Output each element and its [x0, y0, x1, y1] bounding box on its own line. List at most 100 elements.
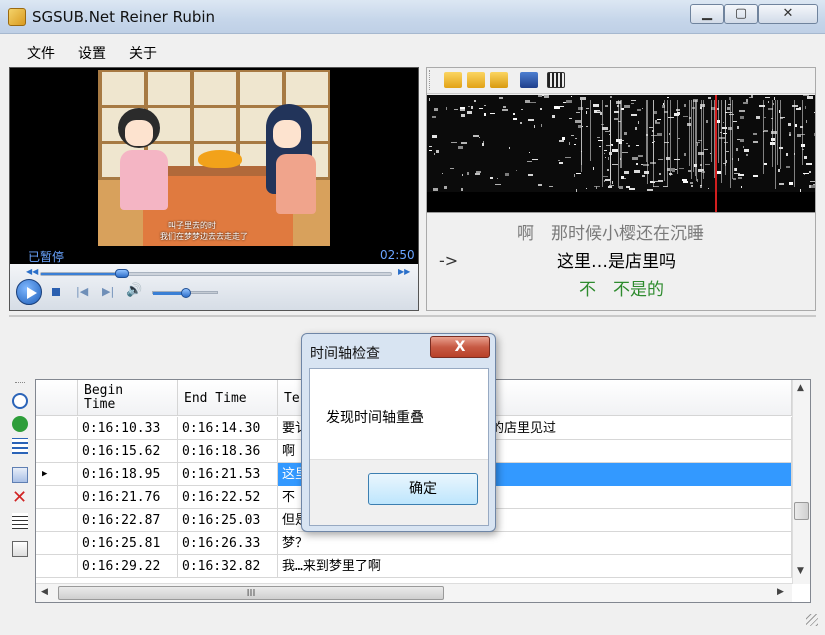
- playhead-line[interactable]: [715, 95, 717, 212]
- row-marker[interactable]: [36, 440, 78, 463]
- spectrogram[interactable]: [427, 95, 815, 212]
- row-marker[interactable]: [36, 532, 78, 555]
- previous-button[interactable]: |◀: [76, 285, 88, 298]
- pause-icon[interactable]: [12, 393, 28, 409]
- burned-subtitle-2: 我们在梦梦边去去走走了: [160, 232, 248, 241]
- volume-slider[interactable]: [152, 288, 218, 298]
- cell-begin-time[interactable]: 0:16:21.76: [78, 486, 178, 509]
- horizontal-scrollbar[interactable]: ◀ III ▶: [36, 583, 792, 602]
- minimize-button[interactable]: ▁: [690, 4, 724, 24]
- cell-begin-time[interactable]: 0:16:18.95: [78, 463, 178, 486]
- seek-forward-icon[interactable]: ▶▶: [398, 267, 410, 276]
- cell-end-time[interactable]: 0:16:18.36: [178, 440, 278, 463]
- cell-end-time[interactable]: 0:16:26.33: [178, 532, 278, 555]
- audio-toolbar: [427, 68, 815, 94]
- video-player: 叫子里去的时 我们在梦梦边去去走走了 已暂停 02:50 ◀◀ ▶▶ |◀ ▶|…: [9, 67, 419, 311]
- cell-end-time[interactable]: 0:16:25.03: [178, 509, 278, 532]
- seek-back-icon[interactable]: ◀◀: [26, 267, 38, 276]
- horizontal-scroll-thumb[interactable]: III: [58, 586, 444, 600]
- side-toolbar-grip: [15, 382, 25, 386]
- menu-about[interactable]: 关于: [129, 43, 157, 63]
- timeline-check-dialog: 时间轴检查 X 发现时间轴重叠 确定: [301, 333, 496, 532]
- cell-end-time[interactable]: 0:16:21.53: [178, 463, 278, 486]
- save-icon[interactable]: [520, 72, 538, 88]
- vertical-scroll-thumb[interactable]: [794, 502, 809, 520]
- cell-begin-time[interactable]: 0:16:29.22: [78, 555, 178, 578]
- stop-button[interactable]: [52, 288, 60, 296]
- close-icon: ✕: [782, 6, 794, 21]
- audio-panel: 啊 那时候小樱还在沉睡 -> 这里…是店里吗 不 不是的: [426, 67, 816, 311]
- column-begin-time[interactable]: Begin Time: [78, 380, 178, 416]
- copy-icon[interactable]: [12, 467, 28, 483]
- playback-status: 已暂停: [28, 250, 65, 264]
- row-marker[interactable]: [36, 417, 78, 440]
- menu-bar: 文件 设置 关于: [0, 36, 825, 64]
- cell-text[interactable]: 我…来到梦里了啊: [278, 555, 792, 578]
- window-title: SGSUB.Net Reiner Rubin: [32, 8, 216, 26]
- row-marker[interactable]: [36, 486, 78, 509]
- row-header-corner: [36, 380, 78, 416]
- waveform-icon[interactable]: [547, 72, 565, 88]
- minimize-icon: ▁: [702, 6, 712, 21]
- previous-subtitle: 啊 那时候小樱还在沉睡: [517, 224, 704, 244]
- burned-subtitle-1: 叫子里去的时: [168, 221, 216, 230]
- delete-icon[interactable]: ✕: [12, 487, 27, 508]
- toolbar-grip: [429, 70, 431, 90]
- cell-end-time[interactable]: 0:16:22.52: [178, 486, 278, 509]
- video-frame[interactable]: 叫子里去的时 我们在梦梦边去去走走了: [98, 70, 330, 246]
- play-icon: [27, 287, 37, 299]
- volume-icon[interactable]: 🔊: [126, 283, 142, 298]
- time-readout: 02:50: [380, 248, 415, 262]
- volume-thumb[interactable]: [181, 288, 191, 298]
- table-row[interactable]: 0:16:25.81 0:16:26.33 梦？: [36, 532, 792, 555]
- open-ass-icon[interactable]: [444, 72, 462, 88]
- dialog-message: 发现时间轴重叠: [326, 410, 424, 426]
- next-button[interactable]: ▶|: [102, 285, 114, 298]
- dialog-body: 发现时间轴重叠 确定: [309, 368, 489, 526]
- scroll-left-icon[interactable]: ◀: [41, 587, 48, 597]
- panel-splitter[interactable]: [9, 315, 816, 317]
- play-green-icon[interactable]: [12, 416, 28, 432]
- current-subtitle: 这里…是店里吗: [557, 252, 676, 272]
- title-bar: SGSUB.Net Reiner Rubin ▁ ▢ ✕: [0, 0, 825, 34]
- play-button[interactable]: [16, 279, 42, 305]
- seek-bar-fill: [41, 273, 122, 275]
- close-window-button[interactable]: ✕: [758, 4, 818, 24]
- column-end-time[interactable]: End Time: [178, 380, 278, 416]
- menu-file[interactable]: 文件: [27, 43, 55, 63]
- maximize-button[interactable]: ▢: [724, 4, 758, 24]
- dialog-close-icon: X: [454, 339, 466, 355]
- open-txt-icon[interactable]: [467, 72, 485, 88]
- scroll-right-icon[interactable]: ▶: [777, 587, 784, 597]
- scroll-down-icon[interactable]: ▼: [797, 566, 804, 576]
- cell-text[interactable]: 梦？: [278, 532, 792, 555]
- ok-button[interactable]: 确定: [368, 473, 478, 505]
- align-icon[interactable]: [12, 513, 28, 529]
- scroll-up-icon[interactable]: ▲: [797, 383, 804, 393]
- row-marker[interactable]: ▶: [36, 463, 78, 486]
- seek-thumb[interactable]: [114, 269, 129, 278]
- dialog-title: 时间轴检查: [310, 346, 380, 362]
- edit-icon[interactable]: [12, 541, 28, 557]
- current-arrow: ->: [439, 251, 459, 270]
- next-subtitle: 不 不是的: [579, 280, 664, 300]
- menu-settings[interactable]: 设置: [78, 43, 106, 63]
- resize-grip[interactable]: [806, 614, 818, 626]
- subtitle-preview: 啊 那时候小樱还在沉睡 -> 这里…是店里吗 不 不是的: [427, 212, 815, 310]
- table-row[interactable]: 0:16:29.22 0:16:32.82 我…来到梦里了啊: [36, 555, 792, 578]
- dialog-footer: 确定: [310, 459, 488, 525]
- row-marker[interactable]: [36, 509, 78, 532]
- seek-bar[interactable]: [40, 269, 392, 278]
- row-marker[interactable]: [36, 555, 78, 578]
- player-controls: ◀◀ ▶▶ |◀ ▶| 🔊: [10, 264, 418, 310]
- cell-begin-time[interactable]: 0:16:25.81: [78, 532, 178, 555]
- cell-end-time[interactable]: 0:16:32.82: [178, 555, 278, 578]
- dialog-close-button[interactable]: X: [430, 336, 490, 358]
- cell-begin-time[interactable]: 0:16:10.33: [78, 417, 178, 440]
- open-folder-icon[interactable]: [490, 72, 508, 88]
- cell-begin-time[interactable]: 0:16:15.62: [78, 440, 178, 463]
- cell-begin-time[interactable]: 0:16:22.87: [78, 509, 178, 532]
- vertical-scrollbar[interactable]: ▲ ▼: [792, 380, 810, 584]
- insert-line-icon[interactable]: [12, 438, 28, 454]
- cell-end-time[interactable]: 0:16:14.30: [178, 417, 278, 440]
